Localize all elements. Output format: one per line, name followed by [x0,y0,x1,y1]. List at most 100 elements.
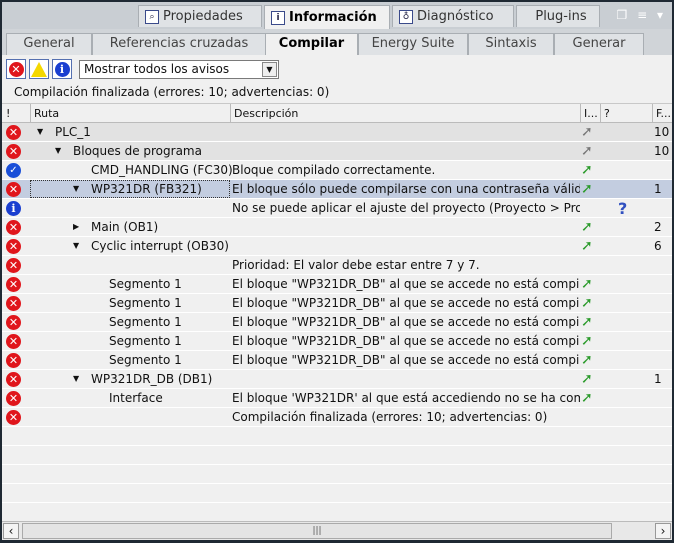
row-description: No se puede aplicar el ajuste del proyec… [232,201,580,215]
scroll-left-button[interactable]: ‹ [3,523,19,539]
goto-arrow-icon[interactable]: ➚ [581,238,593,254]
sub-tab-bar: General Referencias cruzadas Compilar Energ… [2,29,672,56]
goto-arrow-icon[interactable]: ➚ [581,295,593,311]
subtab-energysuite[interactable]: Energy Suite [358,33,468,55]
caret-right-icon[interactable]: ▶ [73,222,79,231]
row-description: Bloque compilado correctamente. [232,163,436,177]
empty-row [2,484,672,503]
tab-plugins[interactable]: Plug-ins [516,5,600,27]
column-divider[interactable] [30,104,31,123]
messages-table: ! Ruta Descripción I...? F... ✕ ▼ PLC_1 ➚ 10 ✕ ▼ Bl… [2,103,672,522]
caret-down-icon[interactable]: ▼ [73,241,79,250]
table-row[interactable]: i No se puede aplicar el ajuste del proye… [2,199,672,218]
info-icon: i [271,10,285,25]
goto-arrow-icon[interactable]: ➚ [581,314,593,330]
table-row[interactable]: ✕ Segmento 1 El bloque "WP321DR_DB" al que… [2,275,672,294]
goto-arrow-icon[interactable]: ➚ [581,181,593,197]
goto-arrow-icon[interactable]: ➚ [581,390,593,406]
column-divider[interactable] [580,104,581,123]
row-path: CMD_HANDLING (FC30) [91,163,233,177]
column-header[interactable]: Ruta [34,107,59,120]
compile-panel: ✕ i Mostrar todos los avisos ▼ Compilació… [2,55,672,540]
subtab-general[interactable]: General [6,33,92,55]
caret-down-icon[interactable]: ▼ [55,146,61,155]
goto-arrow-icon[interactable]: ➚ [581,276,593,292]
column-divider[interactable] [652,104,653,123]
subtab-sintaxis[interactable]: Sintaxis [468,33,554,55]
subtab-generar[interactable]: Generar [554,33,644,55]
subtab-compilar[interactable]: Compilar [265,33,358,56]
goto-arrow-icon[interactable]: ➚ [581,219,593,235]
caret-down-icon[interactable]: ▼ [73,374,79,383]
column-header[interactable]: F... [656,107,671,120]
table-row[interactable]: ✓ CMD_HANDLING (FC30) Bloque compilado cor… [2,161,672,180]
tab-diagnstico[interactable]: ♁ Diagnóstico [392,5,514,27]
row-path: Segmento 1 [109,353,182,367]
table-row[interactable]: ✕ ▼ WP321DR (FB321) El bloque sólo puede co… [2,180,672,199]
goto-arrow-icon[interactable]: ➚ [581,143,593,159]
table-row[interactable]: ✕ Prioridad: El valor debe estar entre 7 … [2,256,672,275]
tab-propiedades[interactable]: ⌕ Propiedades [138,5,262,27]
chevron-down-icon[interactable]: ▼ [262,62,277,77]
filter-errors-button[interactable]: ✕ [6,59,26,79]
empty-row [2,465,672,484]
goto-arrow-icon[interactable]: ➚ [581,162,593,178]
check-icon: ✓ [6,163,21,178]
table-row[interactable]: ✕ Compilación finalizada (errores: 10; ad… [2,408,672,427]
caret-down-icon[interactable]: ▼ [73,184,79,193]
column-header[interactable]: ? [604,107,610,120]
row-description: Compilación finalizada (errores: 10; adv… [232,410,548,424]
row-description: El bloque "WP321DR_DB" al que se accede … [232,296,580,310]
error-icon: ✕ [6,220,21,235]
scroll-thumb[interactable]: ||| [22,523,612,539]
table-row[interactable]: ✕ Segmento 1 El bloque "WP321DR_DB" al que… [2,351,672,370]
table-row[interactable]: ✕ ▼ PLC_1 ➚ 10 [2,123,672,142]
table-row[interactable]: ✕ ▶ Main (OB1) ➚ 2 [2,218,672,237]
error-icon: ✕ [6,353,21,368]
row-path: Bloques de programa [73,144,202,158]
goto-arrow-icon[interactable]: ➚ [581,124,593,140]
help-icon[interactable]: ? [618,199,627,218]
row-count: 10 [654,144,670,158]
row-description: Prioridad: El valor debe estar entre 7 y… [232,258,480,272]
properties-icon: ⌕ [145,9,159,24]
table-row[interactable]: ✕ ▼ Cyclic interrupt (OB30) ➚ 6 [2,237,672,256]
tab-informacin[interactable]: i Información [264,5,390,29]
error-icon: ✕ [6,277,21,292]
table-row[interactable]: ✕ ▼ WP321DR_DB (DB1) ➚ 1 [2,370,672,389]
column-header[interactable]: I... [584,107,598,120]
row-count: 2 [654,220,662,234]
tab-label: Diagnóstico [417,9,494,24]
goto-arrow-icon[interactable]: ➚ [581,352,593,368]
row-count: 6 [654,239,662,253]
goto-arrow-icon[interactable]: ➚ [581,333,593,349]
table-row[interactable]: ✕ Interface El bloque 'WP321DR' al que est… [2,389,672,408]
column-header[interactable]: ! [6,107,10,120]
table-header: ! Ruta Descripción I...? F... [2,104,672,123]
tab-label: Información [289,10,377,25]
column-header[interactable]: Descripción [234,107,298,120]
caret-down-icon[interactable]: ▼ [37,127,43,136]
column-divider[interactable] [600,104,601,123]
row-path: Cyclic interrupt (OB30) [91,239,229,253]
error-icon: ✕ [6,410,21,425]
error-icon: ✕ [6,372,21,387]
warning-icon [31,61,47,77]
message-filter-dropdown[interactable]: Mostrar todos los avisos ▼ [79,60,279,79]
table-row[interactable]: ✕ ▼ Bloques de programa ➚ 10 [2,142,672,161]
row-count: 1 [654,182,662,196]
empty-row [2,503,672,522]
table-row[interactable]: ✕ Segmento 1 El bloque "WP321DR_DB" al que… [2,332,672,351]
window-controls[interactable]: ❐ ≡ ▾ [617,8,666,22]
row-path: WP321DR (FB321) [91,182,202,196]
table-row[interactable]: ✕ Segmento 1 El bloque "WP321DR_DB" al que… [2,313,672,332]
horizontal-scrollbar[interactable]: ‹ ||| › [2,521,672,540]
scroll-right-button[interactable]: › [655,523,671,539]
diagnostics-icon: ♁ [399,9,413,24]
column-divider[interactable] [230,104,231,123]
subtab-referenciascruzadas[interactable]: Referencias cruzadas [92,33,266,55]
goto-arrow-icon[interactable]: ➚ [581,371,593,387]
filter-info-button[interactable]: i [52,59,72,79]
filter-warnings-button[interactable] [29,59,49,79]
table-row[interactable]: ✕ Segmento 1 El bloque "WP321DR_DB" al que… [2,294,672,313]
